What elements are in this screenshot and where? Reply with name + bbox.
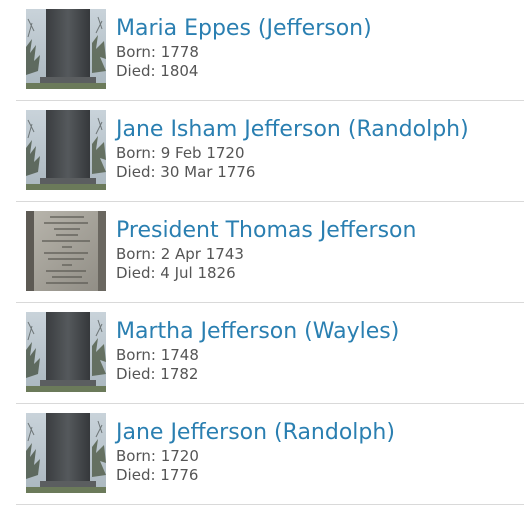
person-info: Martha Jefferson (Wayles) Born: 1748 Die… xyxy=(116,318,399,384)
obelisk-photo-icon xyxy=(26,413,106,493)
person-name-link[interactable]: Jane Jefferson (Randolph) xyxy=(116,419,395,447)
list-item[interactable]: Martha Jefferson (Wayles) Born: 1748 Die… xyxy=(16,303,524,404)
birth-info: Born: 1748 xyxy=(116,346,199,364)
birth-info: Born: 2 Apr 1743 xyxy=(116,245,244,263)
person-name-link[interactable]: Maria Eppes (Jefferson) xyxy=(116,15,372,43)
memorial-list: Maria Eppes (Jefferson) Born: 1778 Died:… xyxy=(0,0,524,505)
death-info: Died: 1782 xyxy=(116,365,199,383)
death-info: Died: 30 Mar 1776 xyxy=(116,163,256,181)
person-info: President Thomas Jefferson Born: 2 Apr 1… xyxy=(116,217,416,283)
list-item[interactable]: Maria Eppes (Jefferson) Born: 1778 Died:… xyxy=(16,0,524,101)
death-info: Died: 1776 xyxy=(116,466,199,484)
obelisk-photo-icon xyxy=(26,110,106,190)
memorial-thumbnail[interactable] xyxy=(26,110,106,190)
memorial-thumbnail[interactable] xyxy=(26,211,106,291)
death-info: Died: 1804 xyxy=(116,62,199,80)
person-info: Jane Jefferson (Randolph) Born: 1720 Die… xyxy=(116,419,395,485)
obelisk-photo-icon xyxy=(26,9,106,89)
memorial-thumbnail[interactable] xyxy=(26,312,106,392)
death-info: Died: 4 Jul 1826 xyxy=(116,264,236,282)
list-item[interactable]: Jane Jefferson (Randolph) Born: 1720 Die… xyxy=(16,404,524,505)
memorial-thumbnail[interactable] xyxy=(26,9,106,89)
list-item[interactable]: President Thomas Jefferson Born: 2 Apr 1… xyxy=(16,202,524,303)
birth-info: Born: 1778 xyxy=(116,43,199,61)
person-info: Jane Isham Jefferson (Randolph) Born: 9 … xyxy=(116,116,469,182)
person-name-link[interactable]: Jane Isham Jefferson (Randolph) xyxy=(116,116,469,144)
birth-info: Born: 1720 xyxy=(116,447,199,465)
list-item[interactable]: Jane Isham Jefferson (Randolph) Born: 9 … xyxy=(16,101,524,202)
person-name-link[interactable]: Martha Jefferson (Wayles) xyxy=(116,318,399,346)
birth-info: Born: 9 Feb 1720 xyxy=(116,144,245,162)
obelisk-photo-icon xyxy=(26,312,106,392)
person-info: Maria Eppes (Jefferson) Born: 1778 Died:… xyxy=(116,15,372,81)
inscription-plaque-photo-icon xyxy=(26,211,106,291)
memorial-thumbnail[interactable] xyxy=(26,413,106,493)
person-name-link[interactable]: President Thomas Jefferson xyxy=(116,217,416,245)
